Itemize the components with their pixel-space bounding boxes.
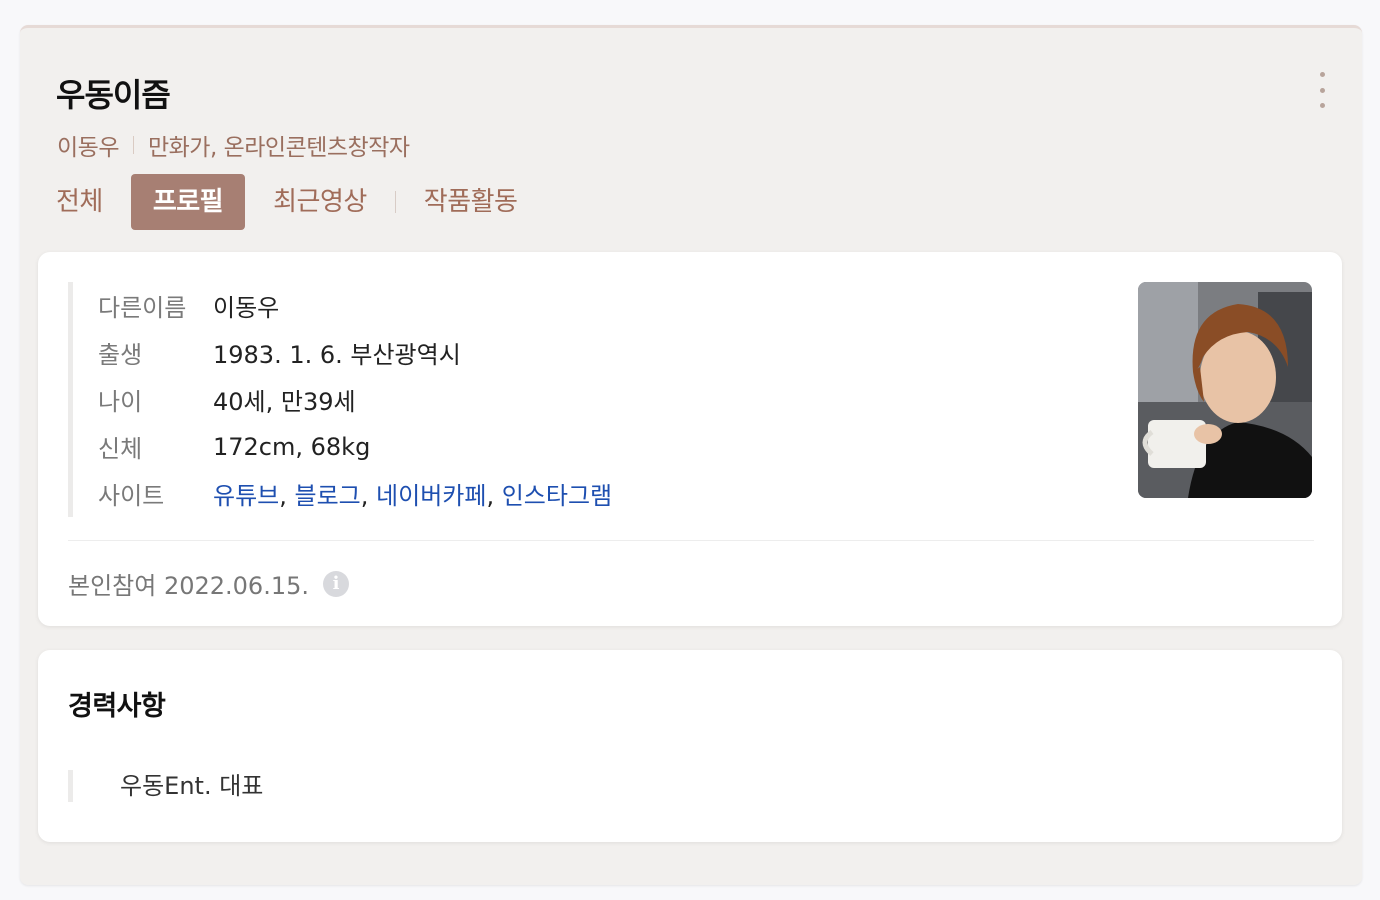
tab-bar: 전체 프로필 최근영상 작품활동 xyxy=(56,174,545,230)
info-key: 나이 xyxy=(98,388,143,416)
profile-panel: 우동이즘 이동우 만화가, 온라인콘텐츠창작자 전체 프로필 최근영상 작품활동… xyxy=(20,25,1362,885)
site-link-naver-cafe[interactable]: 네이버카페 xyxy=(376,482,486,510)
site-links: 유튜브, 블로그, 네이버카페, 인스타그램 xyxy=(213,482,613,510)
site-link-youtube[interactable]: 유튜브 xyxy=(213,482,279,510)
site-link-blog[interactable]: 블로그 xyxy=(295,482,361,510)
profile-photo-image xyxy=(1138,282,1312,498)
info-row-age: 나이 40세, 만39세 xyxy=(98,376,1098,423)
participation-text: 본인참여 2022.06.15. xyxy=(68,572,309,600)
tab-works[interactable]: 작품활동 xyxy=(424,174,518,230)
subtitle-occupation: 만화가, 온라인콘텐츠창작자 xyxy=(147,135,410,161)
info-row-birth: 출생 1983. 1. 6. 부산광역시 xyxy=(98,329,1098,376)
info-key: 다른이름 xyxy=(98,294,187,322)
info-key: 신체 xyxy=(98,435,143,463)
info-value: 172cm, 68kg xyxy=(213,432,371,461)
card-divider xyxy=(68,540,1314,541)
subtitle-divider xyxy=(132,136,134,154)
info-key: 사이트 xyxy=(98,482,165,510)
info-row-sites: 사이트 유튜브, 블로그, 네이버카페, 인스타그램 xyxy=(98,470,1098,517)
participation-info: 본인참여 2022.06.15. i xyxy=(68,566,349,601)
more-dot-icon xyxy=(1319,103,1325,108)
info-row-alias: 다른이름 이동우 xyxy=(98,282,1098,329)
career-item: 우동Ent. 대표 xyxy=(120,772,264,800)
info-key: 출생 xyxy=(98,341,143,369)
subtitle-name: 이동우 xyxy=(57,135,119,161)
info-row-body: 신체 172cm, 68kg xyxy=(98,423,1098,470)
more-options-button[interactable] xyxy=(1312,72,1332,108)
more-dot-icon xyxy=(1319,72,1325,77)
info-icon[interactable]: i xyxy=(323,570,349,597)
career-title: 경력사항 xyxy=(68,691,166,722)
tab-recent-videos[interactable]: 최근영상 xyxy=(273,174,367,230)
info-list: 다른이름 이동우 출생 1983. 1. 6. 부산광역시 나이 40세, 만3… xyxy=(68,282,1098,517)
profile-card: 다른이름 이동우 출생 1983. 1. 6. 부산광역시 나이 40세, 만3… xyxy=(38,252,1342,626)
tab-profile[interactable]: 프로필 xyxy=(130,174,246,230)
info-value: 40세, 만39세 xyxy=(213,388,356,416)
career-list: 우동Ent. 대표 xyxy=(68,770,263,802)
info-value: 이동우 xyxy=(213,294,280,322)
career-card: 경력사항 우동Ent. 대표 xyxy=(38,650,1342,842)
profile-photo[interactable] xyxy=(1138,282,1312,498)
subtitle: 이동우 만화가, 온라인콘텐츠창작자 xyxy=(57,128,410,162)
info-value: 1983. 1. 6. 부산광역시 xyxy=(213,341,461,369)
site-link-instagram[interactable]: 인스타그램 xyxy=(502,482,612,510)
tab-all[interactable]: 전체 xyxy=(56,174,103,230)
tab-divider xyxy=(394,191,396,213)
more-dot-icon xyxy=(1319,87,1325,93)
page-title: 우동이즘 xyxy=(56,76,171,114)
